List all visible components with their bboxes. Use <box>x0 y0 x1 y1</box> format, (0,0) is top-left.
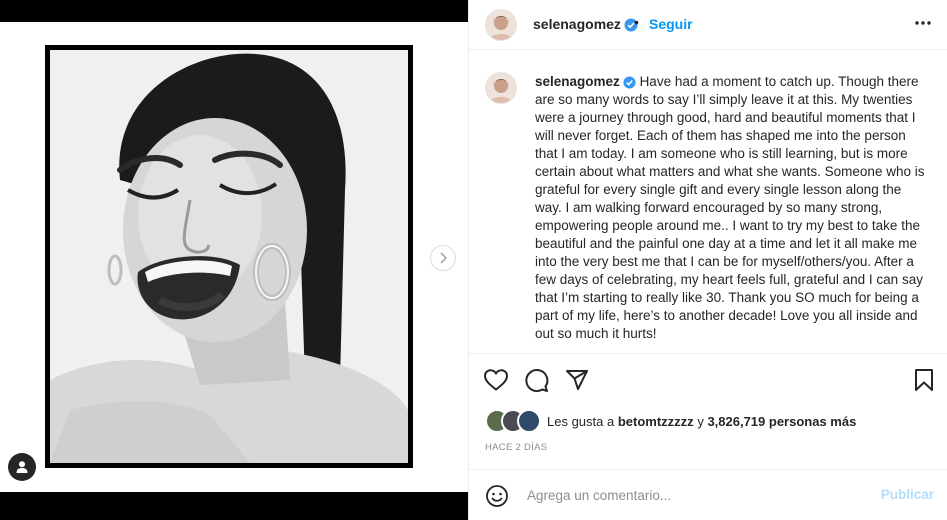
heart-icon <box>483 369 509 391</box>
bookmark-icon <box>915 369 933 391</box>
post-media <box>0 0 468 520</box>
media-letterbox-top <box>0 0 468 22</box>
media-letterbox-bottom <box>0 492 468 520</box>
post-photo[interactable] <box>50 50 408 463</box>
likes-prefix: Les gusta a <box>547 413 615 429</box>
likes-text: Les gusta a betomtzzzzz y 3,826,719 pers… <box>547 414 856 429</box>
comment-icon <box>525 369 549 392</box>
add-comment-bar: Publicar <box>469 469 947 520</box>
liker-avatar[interactable] <box>517 409 541 433</box>
tagged-users-button[interactable] <box>8 453 36 481</box>
comment-button[interactable] <box>524 368 549 398</box>
portrait-illustration <box>50 50 408 463</box>
smiley-icon <box>486 485 508 507</box>
author-avatar[interactable] <box>485 9 517 41</box>
save-button[interactable] <box>914 368 934 397</box>
post-caption: selenagomez Have had a moment to catch u… <box>535 73 925 343</box>
post-side-panel: selenagomez • Seguir selenagomez Have ha… <box>468 0 947 520</box>
emoji-picker-button[interactable] <box>485 484 509 513</box>
comment-input[interactable] <box>525 482 869 508</box>
post-photo-frame <box>45 45 413 468</box>
likes-conjunction: y <box>697 413 704 429</box>
separator-dot: • <box>634 14 639 30</box>
likes-count-link[interactable]: 3,826,719 personas más <box>707 414 856 429</box>
post-header: selenagomez • Seguir <box>469 0 947 50</box>
share-button[interactable] <box>565 368 589 397</box>
next-slide-button[interactable] <box>430 245 456 271</box>
caption-username[interactable]: selenagomez <box>535 74 620 89</box>
verified-badge-icon <box>623 76 636 89</box>
caption-author-avatar[interactable] <box>485 72 517 104</box>
publish-button[interactable]: Publicar <box>881 487 934 502</box>
like-button[interactable] <box>483 368 509 397</box>
post-timestamp[interactable]: HACE 2 DÍAS <box>485 442 547 453</box>
caption-area: selenagomez Have had a moment to catch u… <box>469 56 947 352</box>
user-icon <box>16 461 28 473</box>
send-icon <box>566 370 588 390</box>
avatar-image <box>486 10 516 40</box>
author-username-text[interactable]: selenagomez <box>533 16 621 32</box>
more-horizontal-icon <box>915 21 931 25</box>
likes-summary: Les gusta a betomtzzzzz y 3,826,719 pers… <box>485 409 856 433</box>
avatar-image <box>486 73 516 103</box>
author-username[interactable]: selenagomez <box>533 16 638 32</box>
follow-button[interactable]: Seguir <box>649 16 693 32</box>
chevron-right-icon <box>440 252 448 264</box>
caption-text: Have had a moment to catch up. Though th… <box>535 74 925 341</box>
liker-username-link[interactable]: betomtzzzzz <box>618 414 694 429</box>
more-options-button[interactable] <box>914 14 932 37</box>
